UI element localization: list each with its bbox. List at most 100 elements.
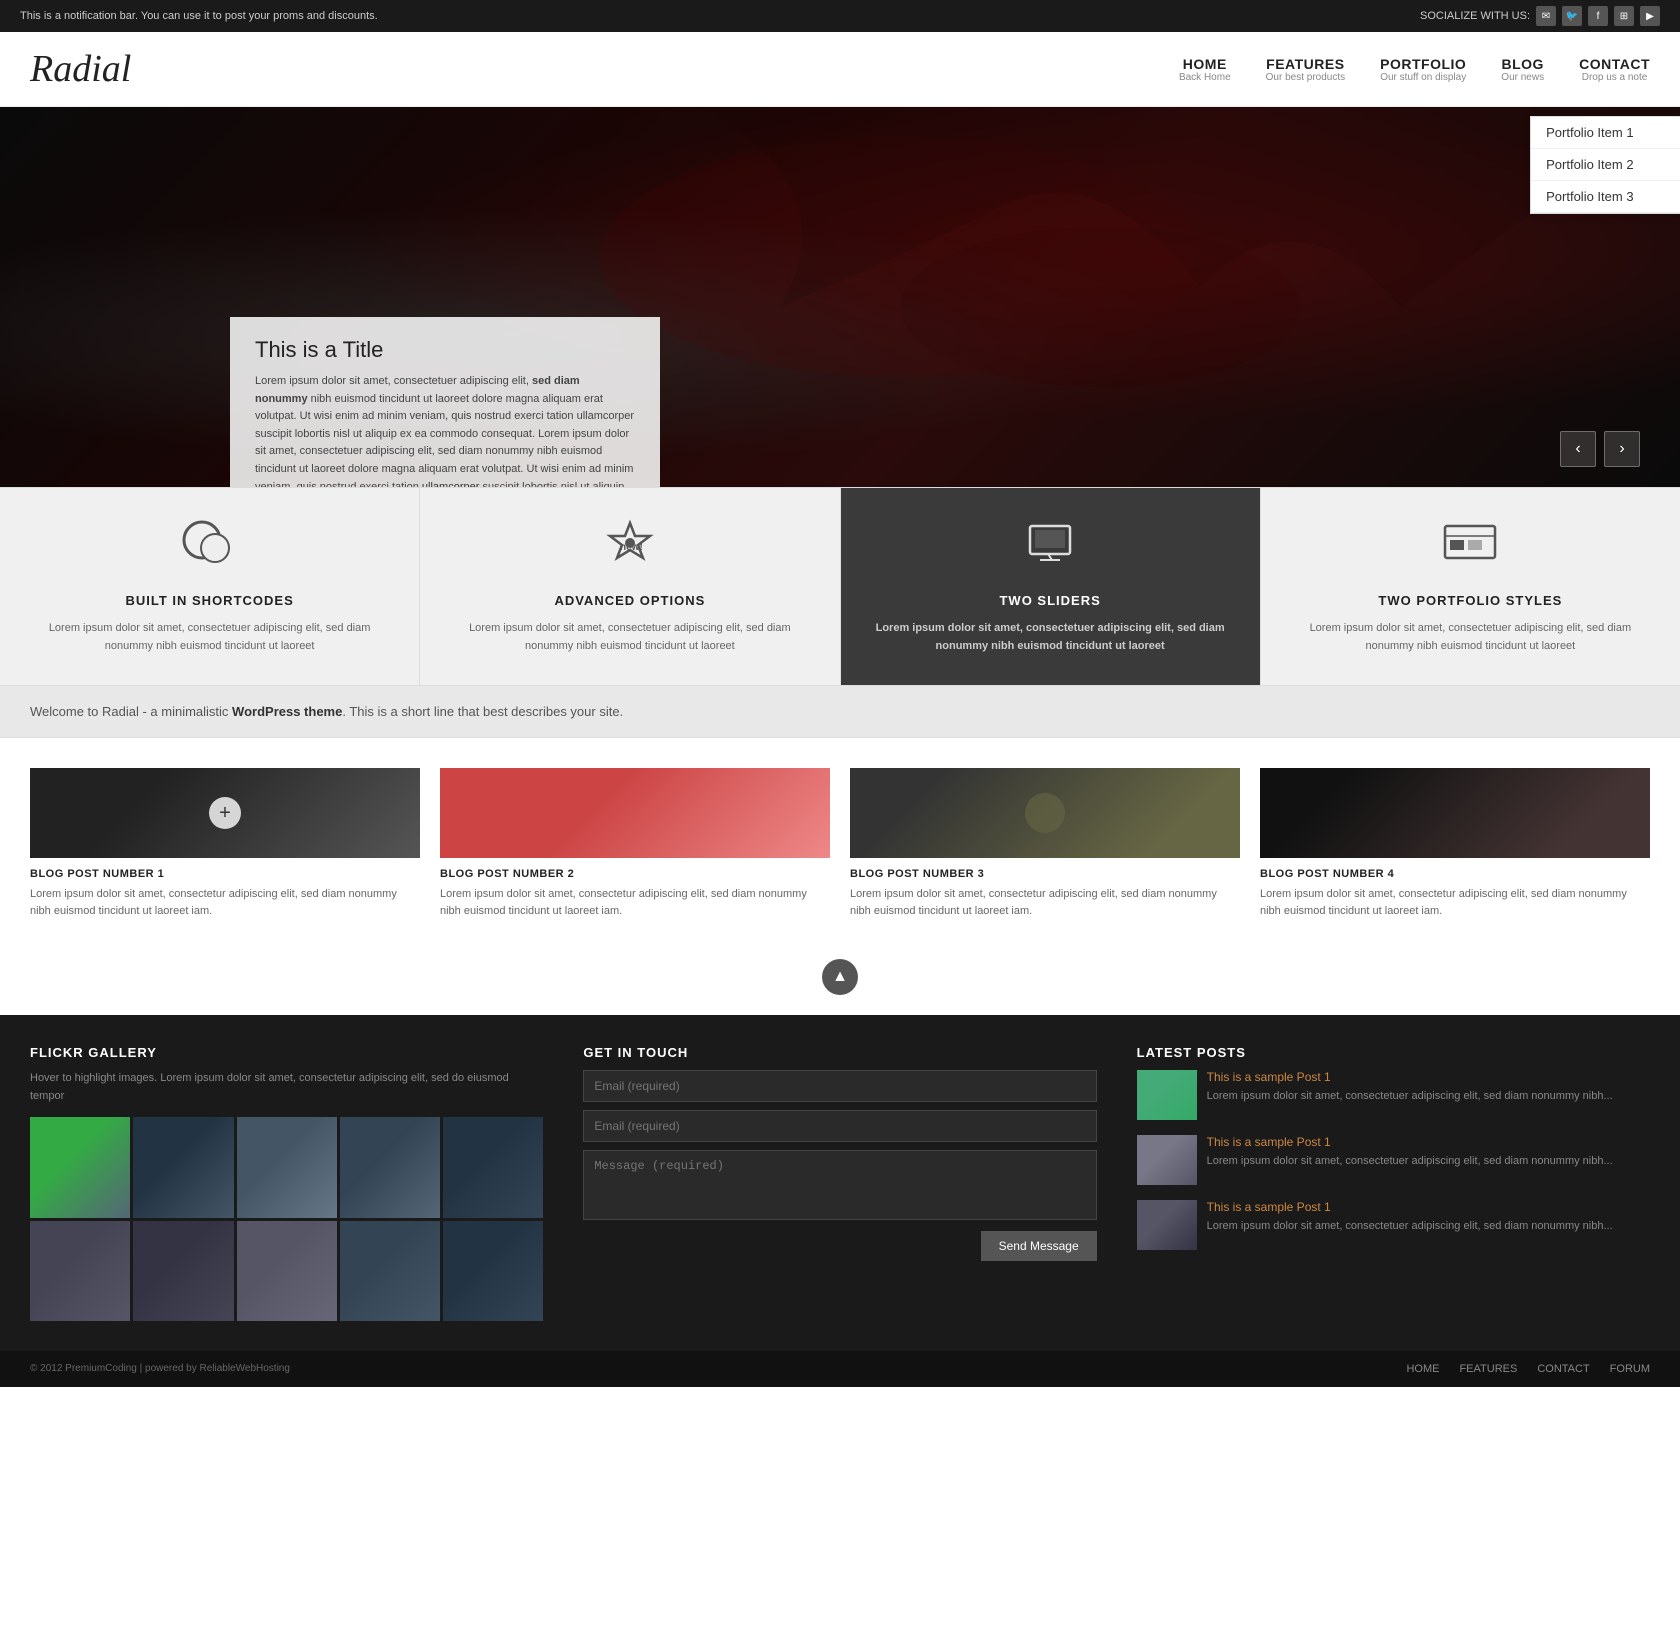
latest-post-1: This is a sample Post 1 Lorem ipsum dolo… (1137, 1070, 1650, 1120)
feature-options: new! ADVANCED OPTIONS Lorem ipsum dolor … (420, 488, 840, 685)
contact-form: Send Message (583, 1070, 1096, 1231)
nav-portfolio-sub: Our stuff on display (1380, 72, 1466, 83)
footer-copyright: © 2012 PremiumCoding | powered by Reliab… (30, 1363, 290, 1374)
contact-email2-input[interactable] (583, 1110, 1096, 1142)
latest-post-3-text: Lorem ipsum dolor sit amet, consectetuer… (1207, 1218, 1613, 1235)
options-text: Lorem ipsum dolor sit amet, consectetuer… (445, 620, 814, 655)
notification-bar: This is a notification bar. You can use … (0, 0, 1680, 32)
flickr-thumb-9[interactable] (340, 1221, 440, 1321)
latest-post-2: This is a sample Post 1 Lorem ipsum dolo… (1137, 1135, 1650, 1185)
portfolio-dropdown: Portfolio Item 1 Portfolio Item 2 Portfo… (1530, 116, 1680, 214)
nav-contact-label: CONTACT (1579, 56, 1650, 72)
nav-features[interactable]: FEATURES Our best products (1266, 56, 1345, 83)
blog-post-3: BLOG POST NUMBER 3 Lorem ipsum dolor sit… (850, 768, 1240, 919)
svg-text:new!: new! (620, 542, 643, 553)
portfolio-item-1[interactable]: Portfolio Item 1 (1531, 117, 1680, 149)
blog-post-4-text: Lorem ipsum dolor sit amet, consectetur … (1260, 886, 1650, 919)
flickr-thumb-5[interactable] (443, 1117, 543, 1217)
hero-link[interactable]: ullamcorper (422, 481, 479, 487)
welcome-banner: Welcome to Radial - a minimalistic WordP… (0, 685, 1680, 738)
blog-post-1-title: BLOG POST NUMBER 1 (30, 868, 420, 880)
welcome-bold: WordPress theme (232, 704, 342, 719)
blog-post-1-plus-icon: + (209, 797, 241, 829)
scroll-up-button[interactable]: ▲ (822, 959, 858, 995)
portfolio-item-3[interactable]: Portfolio Item 3 (1531, 181, 1680, 213)
facebook-social-icon[interactable]: f (1588, 6, 1608, 26)
hero-navigation: ‹ › (1560, 431, 1640, 467)
hero-content-box: This is a Title Lorem ipsum dolor sit am… (230, 317, 660, 487)
latest-post-2-content: This is a sample Post 1 Lorem ipsum dolo… (1207, 1135, 1613, 1185)
latest-post-2-thumb[interactable] (1137, 1135, 1197, 1185)
latest-post-3-thumb[interactable] (1137, 1200, 1197, 1250)
flickr-thumb-3[interactable] (237, 1117, 337, 1217)
sliders-text: Lorem ipsum dolor sit amet, consectetuer… (866, 620, 1235, 655)
feature-portfolio: TWO PORTFOLIO STYLES Lorem ipsum dolor s… (1261, 488, 1680, 685)
blog-post-3-decoration (850, 768, 1240, 858)
contact-email-input[interactable] (583, 1070, 1096, 1102)
nav-home[interactable]: HOME Back Home (1179, 56, 1231, 83)
footer-bottom: © 2012 PremiumCoding | powered by Reliab… (0, 1351, 1680, 1387)
footer-nav-home[interactable]: HOME (1406, 1363, 1439, 1375)
flickr-thumb-4[interactable] (340, 1117, 440, 1217)
nav-blog-label: BLOG (1501, 56, 1544, 72)
hero-title: This is a Title (255, 337, 635, 363)
latest-post-2-title[interactable]: This is a sample Post 1 (1207, 1135, 1613, 1149)
nav-portfolio[interactable]: PORTFOLIO Our stuff on display (1380, 56, 1466, 83)
site-logo[interactable]: Radial (30, 47, 131, 91)
nav-home-label: HOME (1179, 56, 1231, 72)
nav-portfolio-wrapper: PORTFOLIO Our stuff on display Portfolio… (1380, 56, 1466, 83)
hero-prev-button[interactable]: ‹ (1560, 431, 1596, 467)
flickr-thumb-6[interactable] (30, 1221, 130, 1321)
portfolio-item-2[interactable]: Portfolio Item 2 (1531, 149, 1680, 181)
flickr-thumb-8[interactable] (237, 1221, 337, 1321)
nav-blog[interactable]: BLOG Our news (1501, 56, 1544, 83)
nav-home-sub: Back Home (1179, 72, 1231, 83)
contact-title: GET IN TOUCH (583, 1045, 1096, 1060)
footer-nav-contact[interactable]: CONTACT (1537, 1363, 1589, 1375)
flickr-grid (30, 1117, 543, 1321)
blog-post-4: BLOG POST NUMBER 4 Lorem ipsum dolor sit… (1260, 768, 1650, 919)
flickr-thumb-2[interactable] (133, 1117, 233, 1217)
latest-post-1-title[interactable]: This is a sample Post 1 (1207, 1070, 1613, 1084)
send-message-button[interactable]: Send Message (981, 1231, 1097, 1261)
blog-section: + BLOG POST NUMBER 1 Lorem ipsum dolor s… (0, 738, 1680, 949)
main-navigation: HOME Back Home FEATURES Our best product… (1179, 56, 1650, 83)
blog-post-2: BLOG POST NUMBER 2 Lorem ipsum dolor sit… (440, 768, 830, 919)
blog-post-2-image[interactable] (440, 768, 830, 858)
nav-contact-sub: Drop us a note (1579, 72, 1650, 83)
feature-sliders: TWO SLIDERS Lorem ipsum dolor sit amet, … (841, 488, 1261, 685)
blog-post-4-title: BLOG POST NUMBER 4 (1260, 868, 1650, 880)
blog-post-1-text: Lorem ipsum dolor sit amet, consectetur … (30, 886, 420, 919)
shortcodes-title: BUILT IN SHORTCODES (25, 593, 394, 608)
latest-post-1-content: This is a sample Post 1 Lorem ipsum dolo… (1207, 1070, 1613, 1120)
email-social-icon[interactable]: ✉ (1536, 6, 1556, 26)
youtube-social-icon[interactable]: ▶ (1640, 6, 1660, 26)
footer-nav-forum[interactable]: FORUM (1610, 1363, 1650, 1375)
hero-next-button[interactable]: › (1604, 431, 1640, 467)
latest-post-3-title[interactable]: This is a sample Post 1 (1207, 1200, 1613, 1214)
nav-portfolio-label: PORTFOLIO (1380, 56, 1466, 72)
flickr-thumb-7[interactable] (133, 1221, 233, 1321)
notification-text: This is a notification bar. You can use … (20, 10, 378, 22)
features-section: BUILT IN SHORTCODES Lorem ipsum dolor si… (0, 487, 1680, 685)
latest-post-1-thumb[interactable] (1137, 1070, 1197, 1120)
flickr-thumb-1[interactable] (30, 1117, 130, 1217)
latest-posts-title: LATEST POSTS (1137, 1045, 1650, 1060)
contact-message-input[interactable] (583, 1150, 1096, 1220)
blog-post-1-image[interactable]: + (30, 768, 420, 858)
blog-post-2-text: Lorem ipsum dolor sit amet, consectetur … (440, 886, 830, 919)
blog-post-3-image[interactable] (850, 768, 1240, 858)
latest-post-2-text: Lorem ipsum dolor sit amet, consectetuer… (1207, 1153, 1613, 1170)
twitter-social-icon[interactable]: 🐦 (1562, 6, 1582, 26)
scroll-up-section: ▲ (0, 949, 1680, 1015)
blog-post-1: + BLOG POST NUMBER 1 Lorem ipsum dolor s… (30, 768, 420, 919)
options-icon: new! (445, 518, 814, 578)
blog-post-4-image[interactable] (1260, 768, 1650, 858)
site-footer: FLICKR GALLERY Hover to highlight images… (0, 1015, 1680, 1351)
flickr-thumb-10[interactable] (443, 1221, 543, 1321)
latest-posts-section: LATEST POSTS This is a sample Post 1 Lor… (1137, 1045, 1650, 1321)
nav-contact[interactable]: CONTACT Drop us a note (1579, 56, 1650, 83)
rss-social-icon[interactable]: ⊞ (1614, 6, 1634, 26)
welcome-text: Welcome to Radial - a minimalistic WordP… (30, 704, 623, 719)
footer-nav-features[interactable]: FEATURES (1459, 1363, 1517, 1375)
